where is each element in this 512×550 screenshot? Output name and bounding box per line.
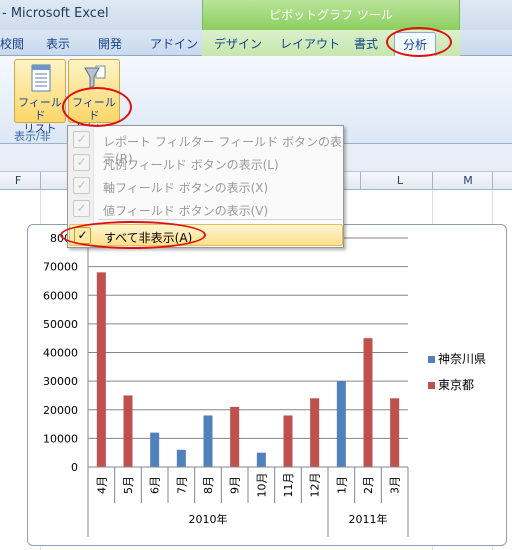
tab-format[interactable]: 書式 (354, 35, 378, 52)
menu-item-label: 凡例フィールド ボタンの表示(L) (103, 158, 279, 172)
bar-東京都-11月 (283, 415, 293, 467)
legend-swatch-神奈川県 (428, 356, 435, 363)
field-list-label-1: フィールド (18, 96, 62, 122)
check-icon: ✓ (73, 177, 90, 194)
bar-神奈川県-8月 (203, 415, 213, 467)
bar-東京都-12月 (310, 398, 320, 467)
ribbon-group-label: 表示/非 (14, 130, 51, 143)
category-label: 11月 (282, 473, 295, 498)
y-tick-label: 50000 (43, 318, 78, 331)
window-title: - Microsoft Excel (2, 6, 109, 21)
legend-label: 神奈川県 (438, 352, 486, 366)
menu-item-hide-all[interactable]: ✓ すべて非表示(A) (69, 224, 343, 246)
title-bar: - Microsoft Excel ピボットグラフ ツール (0, 0, 512, 30)
category-label: 9月 (229, 476, 242, 494)
check-icon: ✓ (73, 200, 90, 217)
category-label: 12月 (309, 473, 322, 498)
legend-swatch-東京都 (428, 382, 435, 389)
bar-神奈川県-1月 (336, 381, 346, 467)
pivot-chart[interactable]: 8000 70000 60000 50000 40000 30000 20000 10000 0… (27, 224, 507, 546)
bar-神奈川県-6月 (150, 432, 160, 467)
group-label: 2011年 (349, 512, 388, 526)
category-label: 4月 (95, 476, 108, 494)
y-tick-label: 20000 (43, 404, 78, 417)
menu-item-axis-field-buttons[interactable]: ✓ 軸フィールド ボタンの表示(X) (69, 175, 343, 197)
legend-label: 東京都 (438, 378, 474, 392)
field-buttons-button[interactable]: フィールド ボタン ▾ (68, 59, 120, 135)
chart-canvas: 8000700006000050000400003000020000100000… (43, 232, 486, 537)
group-label: 2010年 (189, 512, 228, 526)
column-header-f[interactable]: F (10, 174, 26, 187)
category-label: 1月 (335, 476, 348, 494)
context-tab-label: ピボットグラフ ツール (269, 8, 393, 22)
category-label: 6月 (149, 476, 162, 494)
check-icon: ✓ (73, 131, 90, 148)
bar-東京都-2月 (363, 338, 373, 467)
category-label: 10月 (255, 473, 268, 498)
tab-developer[interactable]: 開発 (98, 35, 122, 52)
check-icon: ✓ (74, 227, 91, 244)
y-tick-label: 60000 (43, 289, 78, 302)
category-label: 2月 (362, 476, 375, 494)
menu-item-legend-field-buttons[interactable]: ✓ 凡例フィールド ボタンの表示(L) (69, 152, 343, 174)
tab-addins[interactable]: アドイン (150, 35, 198, 52)
bar-東京都-9月 (230, 406, 240, 467)
bar-東京都-4月 (96, 272, 106, 467)
y-tick-label: 70000 (43, 261, 78, 274)
bar-東京都-3月 (390, 398, 400, 467)
menu-item-label: 軸フィールド ボタンの表示(X) (103, 181, 269, 195)
field-list-icon (31, 64, 51, 92)
pivotchart-tools-context: ピボットグラフ ツール (202, 0, 460, 30)
category-label: 3月 (389, 476, 402, 494)
category-label: 7月 (175, 476, 188, 494)
bar-神奈川県-7月 (176, 449, 186, 467)
y-tick-label: 0 (71, 461, 78, 474)
tab-design[interactable]: デザイン (214, 35, 262, 52)
category-label: 8月 (202, 476, 215, 494)
check-icon: ✓ (73, 154, 90, 171)
category-label: 5月 (122, 476, 135, 494)
column-header-m[interactable]: M (460, 174, 476, 187)
menu-item-report-filter-buttons[interactable]: ✓ レポート フィルター フィールド ボタンの表示(R) (69, 129, 343, 166)
tab-review[interactable]: 校閲 (0, 35, 24, 52)
ribbon-tab-row: 校閲 表示 開発 アドイン デザイン レイアウト 書式 分析 (0, 30, 512, 56)
tab-view[interactable]: 表示 (46, 35, 70, 52)
y-tick-label: 10000 (43, 432, 78, 445)
field-buttons-menu: ✓ レポート フィルター フィールド ボタンの表示(R) ✓ 凡例フィールド ボ… (67, 125, 344, 248)
menu-item-label: すべて非表示(A) (104, 231, 193, 245)
field-buttons-label-1: フィールド (72, 96, 116, 122)
y-tick-label: 40000 (43, 347, 78, 360)
tab-analyze[interactable]: 分析 (394, 32, 437, 56)
bar-東京都-5月 (123, 395, 133, 467)
filter-funnel-icon (84, 65, 106, 89)
menu-item-value-field-buttons[interactable]: ✓ 値フィールド ボタンの表示(V) (69, 198, 343, 220)
bar-神奈川県-10月 (256, 452, 266, 467)
column-header-l[interactable]: L (392, 174, 408, 187)
tab-layout[interactable]: レイアウト (280, 35, 340, 52)
menu-item-label: 値フィールド ボタンの表示(V) (103, 204, 269, 218)
y-tick-label: 30000 (43, 375, 78, 388)
field-list-button[interactable]: フィールド リスト (14, 59, 66, 135)
